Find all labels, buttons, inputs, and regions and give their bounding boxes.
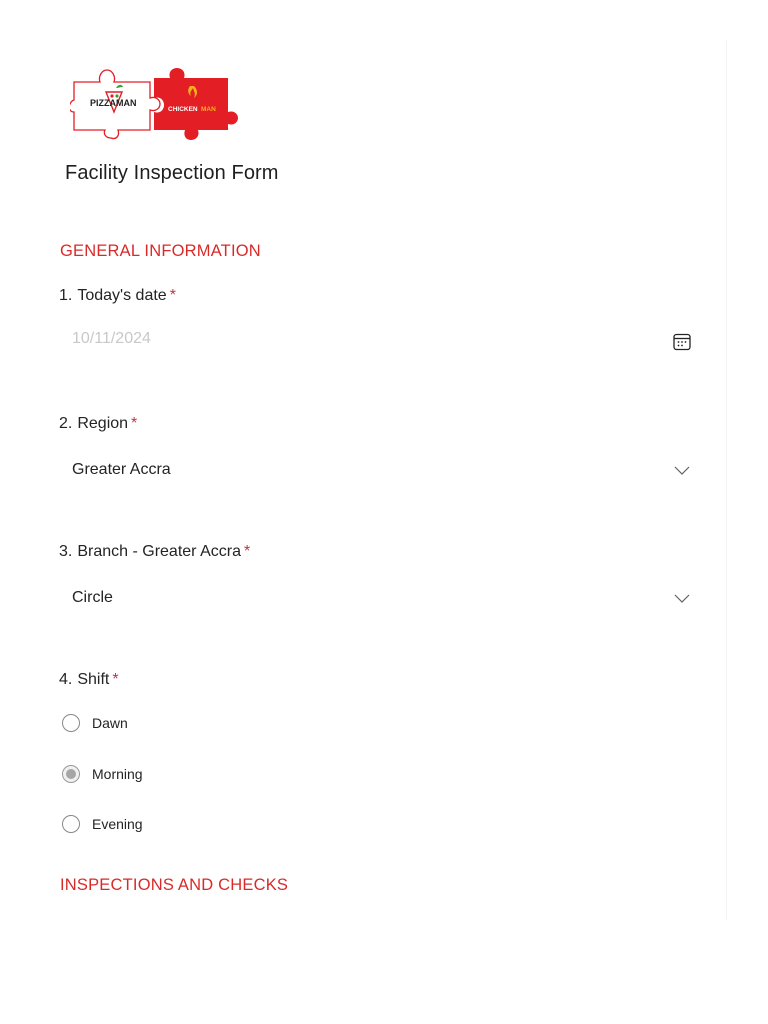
radio-button[interactable] (62, 714, 80, 732)
question-number: 2. (59, 415, 73, 432)
radio-button-selected[interactable] (62, 765, 80, 783)
brand-logo: PIZZAMAN CHICKEN MAN (68, 68, 240, 140)
chevron-down-icon[interactable] (672, 460, 692, 480)
branch-selected-value: Circle (72, 589, 113, 606)
date-input[interactable] (72, 330, 632, 348)
question-1-label: 1. Today's date * (59, 287, 176, 305)
question-number: 4. (59, 671, 73, 688)
logo-pizzaman-text: PIZZAMAN (90, 98, 137, 108)
radio-label: Morning (92, 766, 143, 782)
required-mark: * (169, 287, 176, 304)
region-selected-value: Greater Accra (72, 461, 171, 478)
required-mark: * (243, 543, 251, 560)
branch-dropdown[interactable]: Circle (60, 578, 708, 618)
calendar-icon[interactable] (672, 332, 692, 352)
region-dropdown[interactable]: Greater Accra (60, 450, 708, 490)
question-text: Today's date (77, 287, 167, 304)
logo-chicken-text: CHICKEN (168, 106, 198, 113)
shift-option-morning[interactable]: Morning (62, 762, 143, 786)
question-2-label: 2. Region * (59, 415, 137, 433)
question-text: Shift (77, 671, 110, 688)
shift-option-evening[interactable]: Evening (62, 812, 143, 836)
shift-option-dawn[interactable]: Dawn (62, 711, 128, 735)
question-text: Branch - Greater Accra (77, 543, 241, 560)
question-3-label: 3. Branch - Greater Accra * (59, 543, 250, 561)
radio-label: Evening (92, 816, 143, 832)
chevron-down-icon[interactable] (672, 588, 692, 608)
date-field[interactable] (60, 322, 708, 362)
form-title: Facility Inspection Form (65, 162, 279, 184)
question-text: Region (77, 415, 129, 432)
section-general-information: GENERAL INFORMATION (60, 242, 261, 260)
section-inspections-and-checks: INSPECTIONS AND CHECKS (60, 876, 289, 894)
radio-button[interactable] (62, 815, 80, 833)
required-mark: * (131, 415, 138, 432)
radio-label: Dawn (92, 715, 128, 731)
question-number: 1. (59, 287, 73, 304)
logo-man-text: MAN (201, 106, 216, 113)
question-number: 3. (59, 543, 73, 560)
question-4-label: 4. Shift * (59, 671, 119, 689)
required-mark: * (112, 671, 119, 688)
